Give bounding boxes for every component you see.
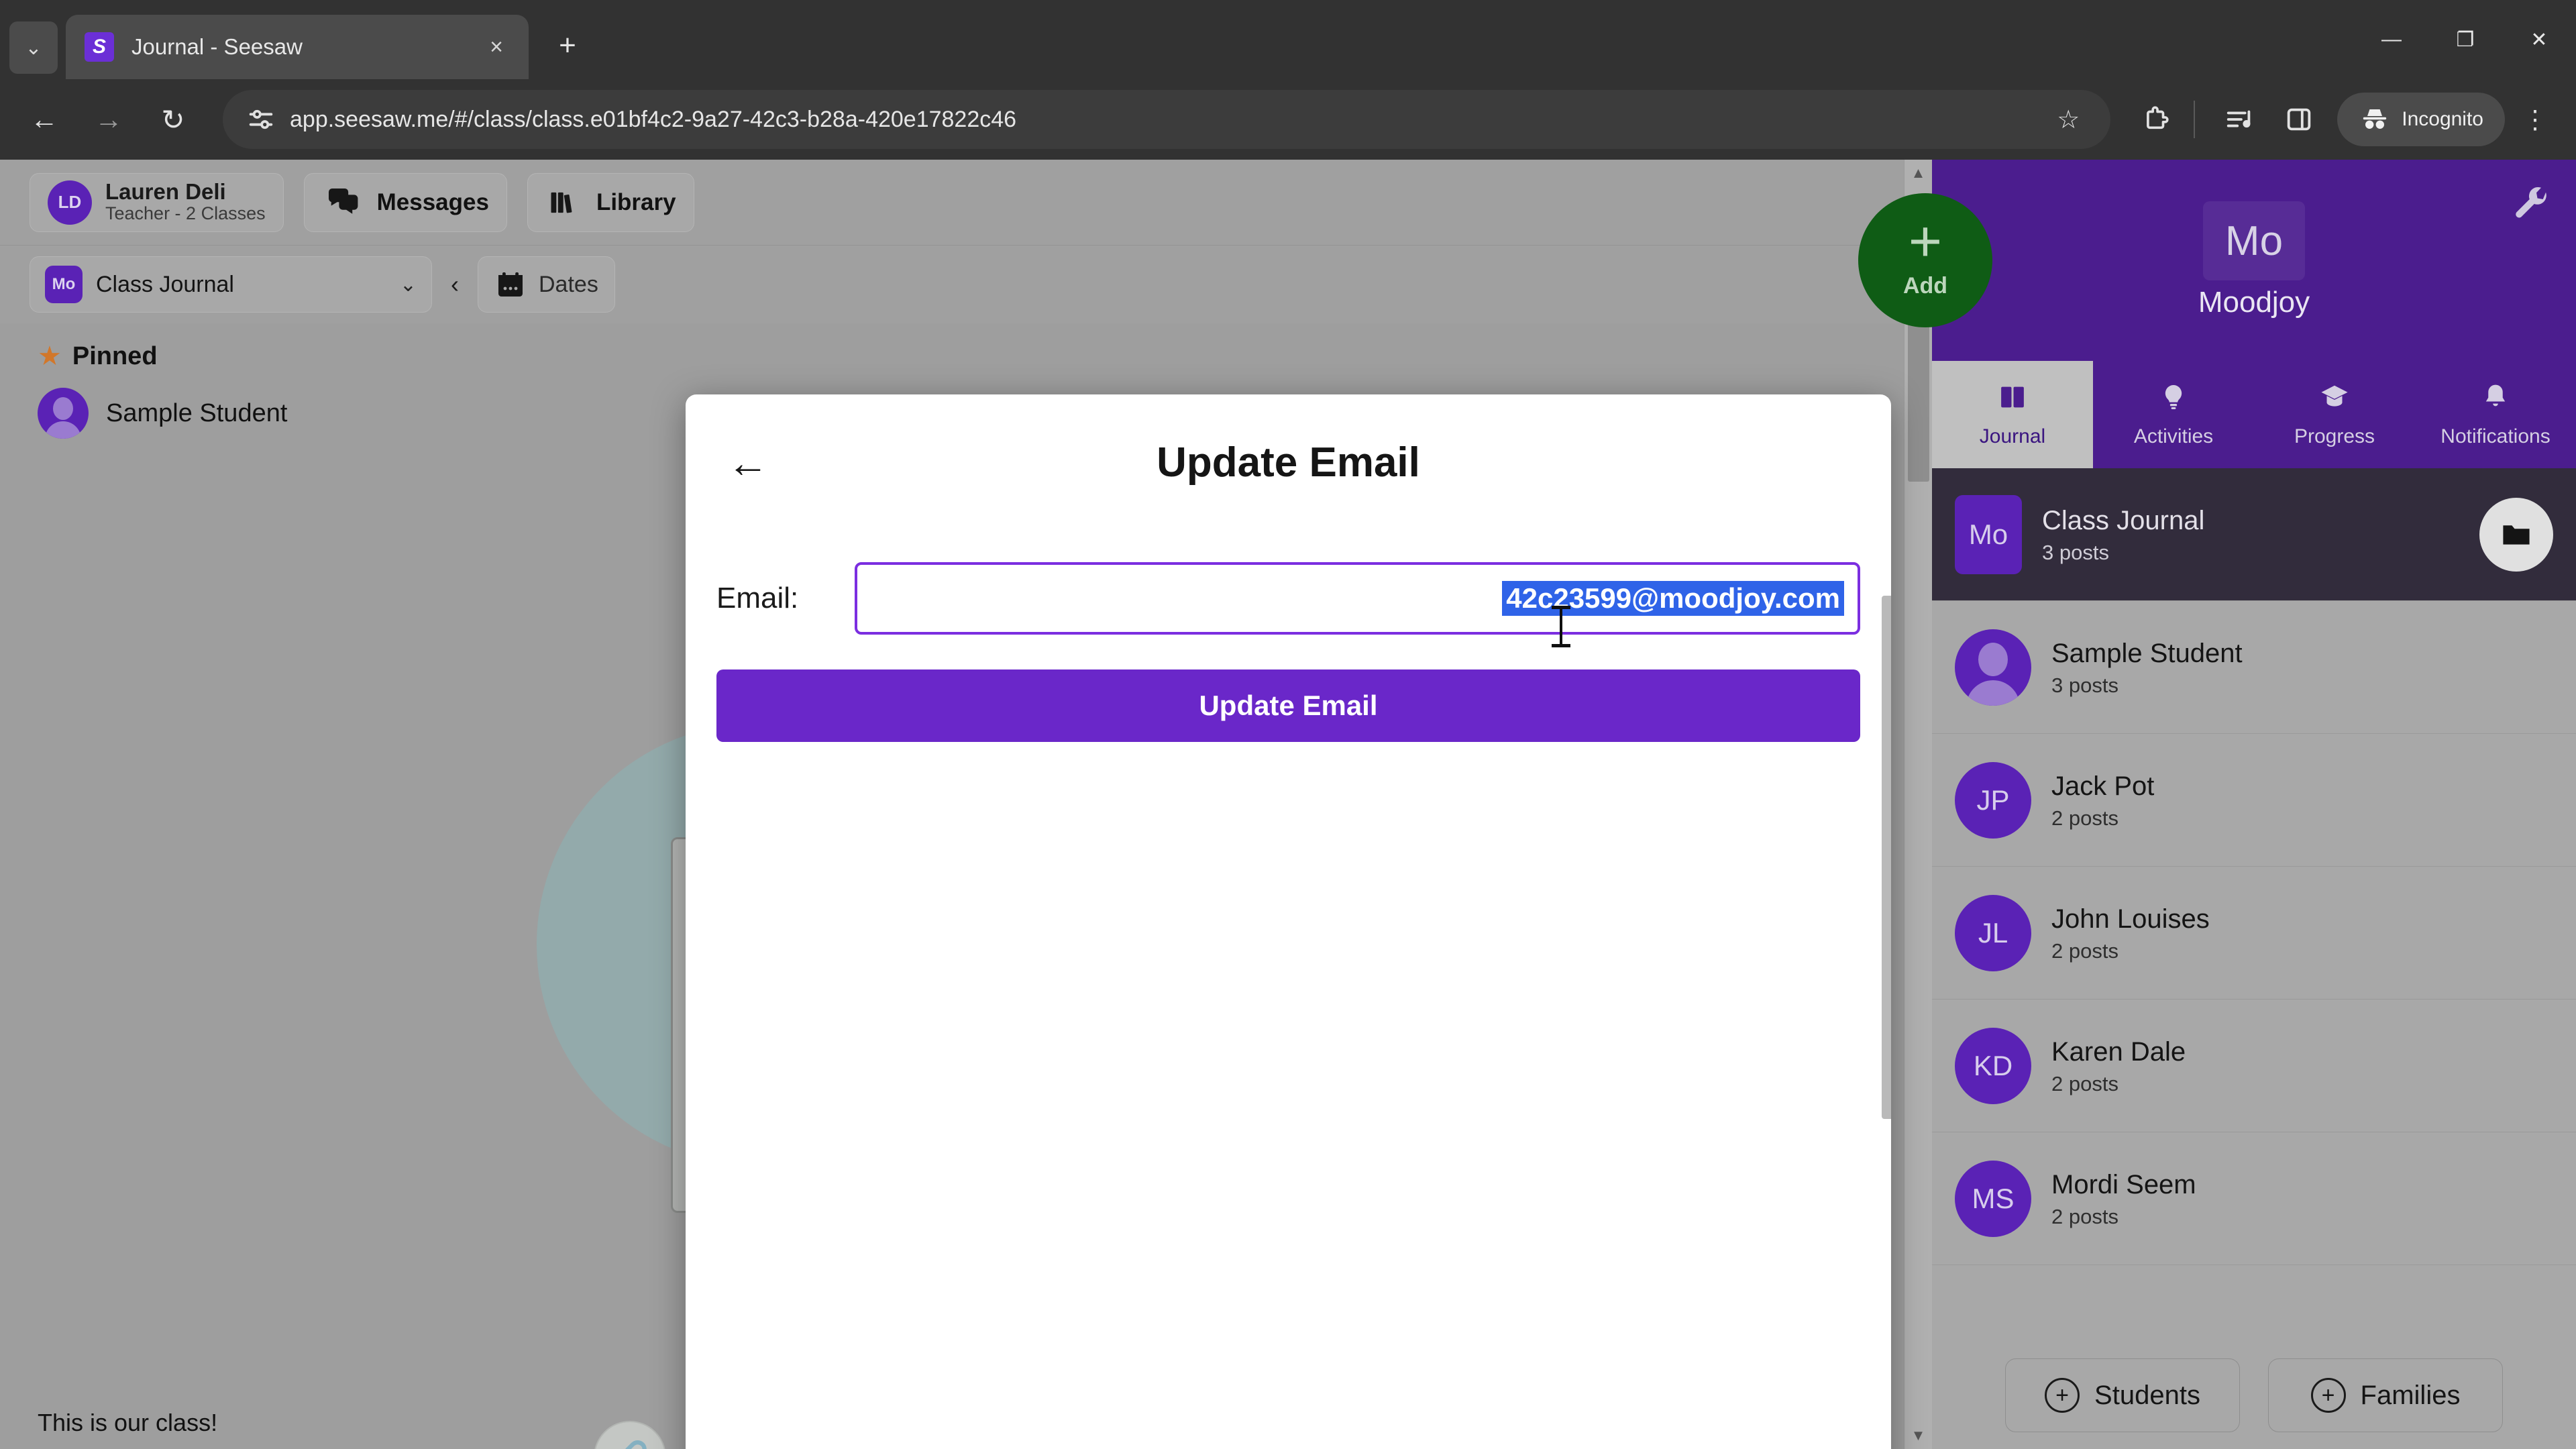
browser-menu-icon[interactable]: ⋮ (2512, 93, 2559, 146)
maximize-icon[interactable]: ❐ (2428, 0, 2502, 79)
window-controls: — ❐ ✕ (2355, 0, 2576, 79)
text-cursor (1552, 606, 1570, 647)
reload-icon[interactable]: ↻ (146, 93, 200, 146)
browser-tab[interactable]: S Journal - Seesaw × (66, 15, 529, 79)
back-arrow-icon[interactable]: ← (727, 443, 769, 484)
modal-layer: ← Update Email Email: 42c23599@moodjoy.c… (0, 160, 2576, 1449)
email-form-row: Email: 42c23599@moodjoy.com (686, 535, 1891, 635)
browser-toolbar: ← → ↻ app.seesaw.me/#/class/class.e01bf4… (0, 79, 2576, 160)
dialog-header: ← Update Email (686, 394, 1891, 535)
browser-window: ⌄ S Journal - Seesaw × + — ❐ ✕ ← → ↻ app… (0, 0, 2576, 1449)
seesaw-favicon-icon: S (85, 32, 114, 62)
tab-title: Journal - Seesaw (131, 34, 303, 59)
incognito-indicator[interactable]: Incognito (2337, 93, 2505, 146)
bookmark-star-icon[interactable]: ☆ (2045, 96, 2092, 143)
incognito-label: Incognito (2402, 108, 2483, 130)
back-icon[interactable]: ← (17, 93, 71, 146)
dialog-title: Update Email (1157, 439, 1420, 486)
dialog-scrollbar[interactable] (1882, 596, 1891, 1119)
minimize-icon[interactable]: — (2355, 0, 2428, 79)
side-panel-icon[interactable] (2273, 93, 2325, 146)
reading-list-icon[interactable] (2214, 93, 2266, 146)
email-input[interactable]: 42c23599@moodjoy.com (855, 562, 1860, 635)
tab-search-icon[interactable]: ⌄ (9, 21, 58, 74)
tab-strip: ⌄ S Journal - Seesaw × + — ❐ ✕ (0, 0, 2576, 79)
url-text: app.seesaw.me/#/class/class.e01bf4c2-9a2… (290, 106, 1017, 132)
update-email-button[interactable]: Update Email (716, 669, 1860, 742)
page-viewport: 🔗 LD Lauren Deli Teacher - 2 Classes Mes… (0, 160, 2576, 1449)
new-tab-button[interactable]: + (543, 21, 592, 70)
close-tab-icon[interactable]: × (483, 34, 510, 60)
email-input-value: 42c23599@moodjoy.com (1502, 581, 1844, 616)
update-email-dialog: ← Update Email Email: 42c23599@moodjoy.c… (686, 394, 1891, 1449)
address-bar[interactable]: app.seesaw.me/#/class/class.e01bf4c2-9a2… (223, 90, 2111, 149)
extensions-icon[interactable] (2129, 93, 2182, 146)
site-settings-icon[interactable] (241, 100, 280, 139)
toolbar-divider (2194, 101, 2196, 138)
forward-icon[interactable]: → (82, 93, 136, 146)
close-window-icon[interactable]: ✕ (2502, 0, 2576, 79)
email-label: Email: (716, 582, 799, 614)
